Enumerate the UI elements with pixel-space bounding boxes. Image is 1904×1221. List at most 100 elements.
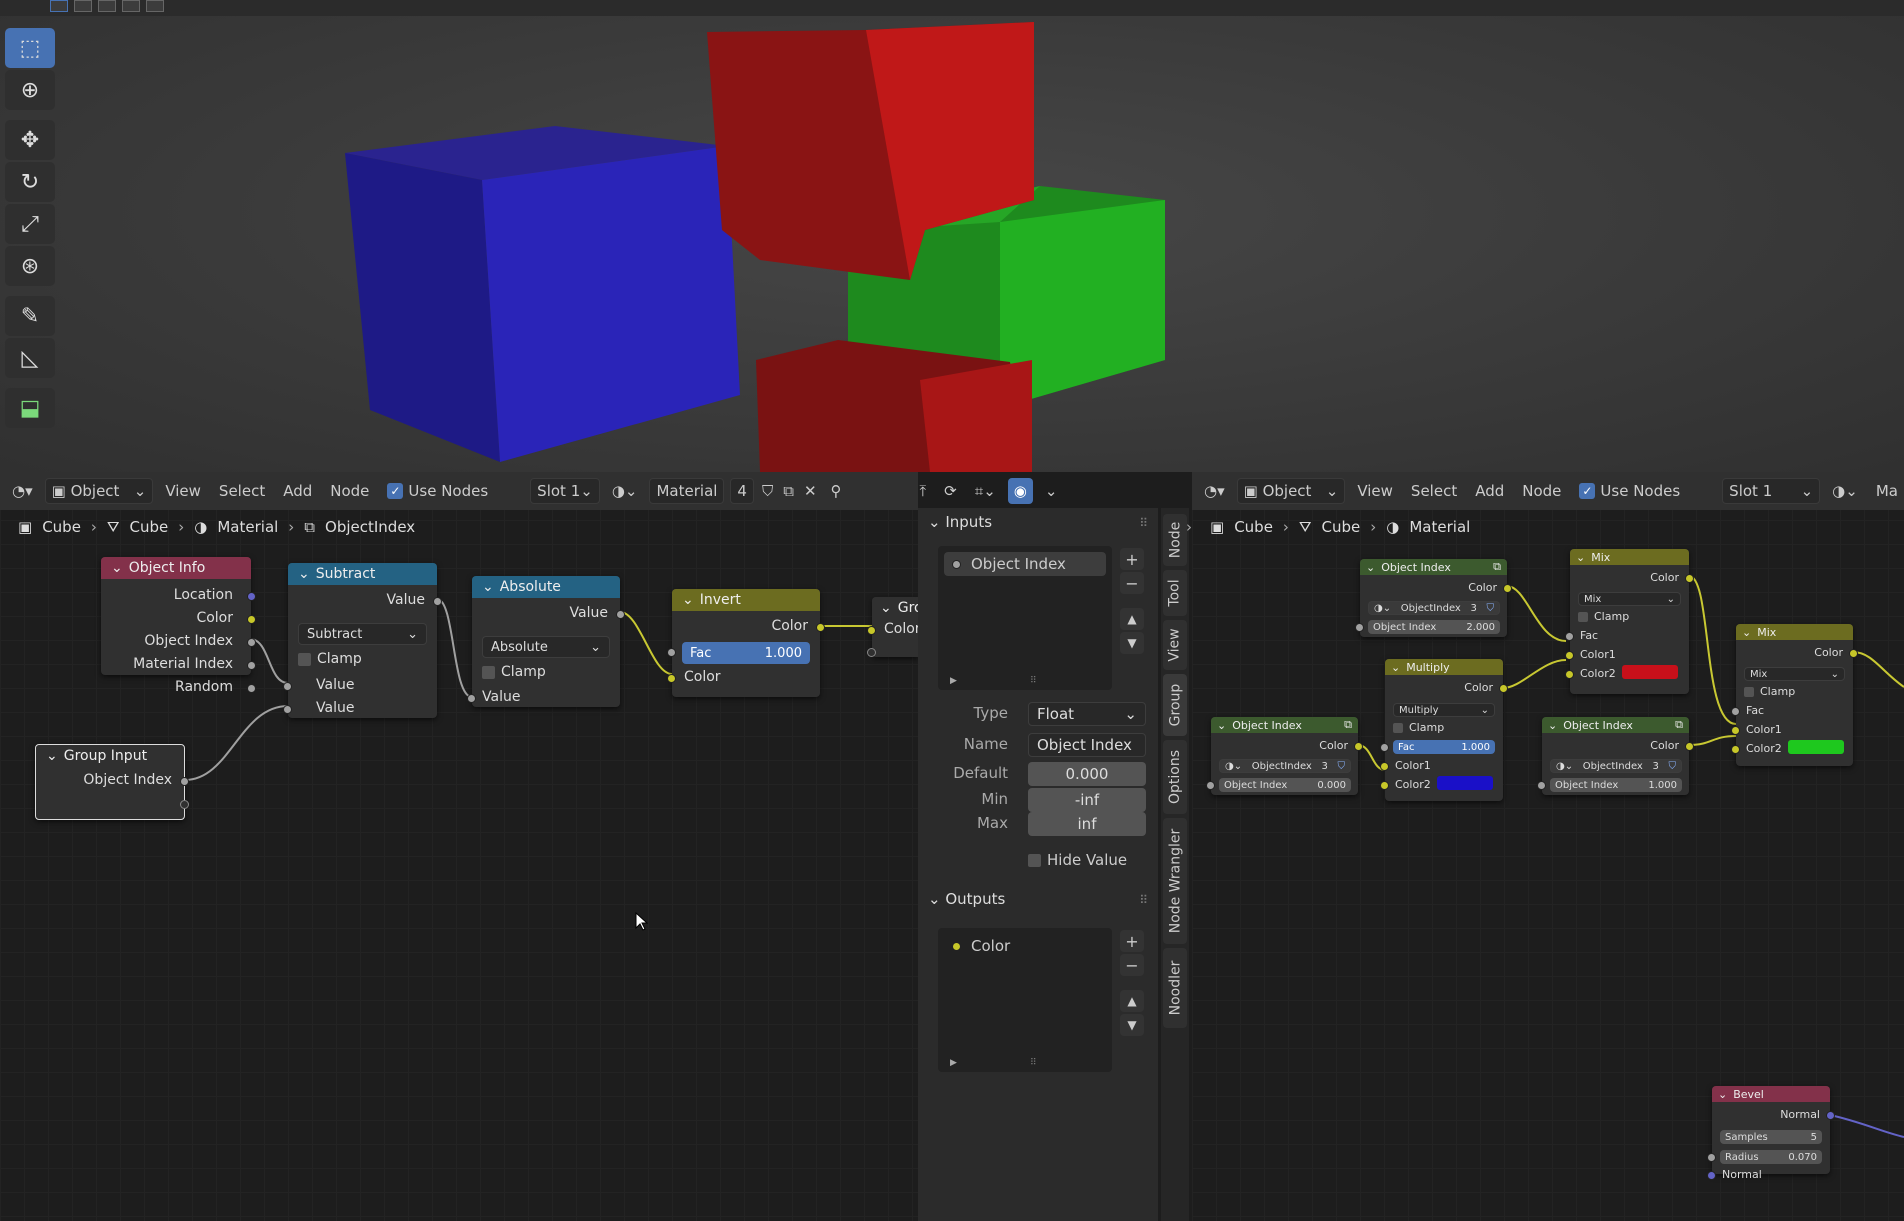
clamp-checkbox[interactable]: Clamp: [298, 651, 362, 667]
collapse-icon[interactable]: ⌄: [1391, 661, 1400, 674]
node-invert[interactable]: ⌄ Invert Color Fac 1.000 Color: [667, 589, 825, 697]
tab-noodler[interactable]: Noodler: [1163, 948, 1187, 1028]
node-group-output[interactable]: ⌄ Gro Color: [867, 597, 923, 657]
socket[interactable]: [1707, 1171, 1716, 1180]
measure-icon[interactable]: ◺: [5, 338, 55, 378]
socket[interactable]: [816, 623, 825, 632]
socket[interactable]: [247, 638, 256, 647]
overlay-icon[interactable]: ◉: [1007, 478, 1033, 504]
socket-empty[interactable]: [180, 800, 189, 809]
3d-viewport[interactable]: ⬚ ⊕ ✥ ↻ ⤢ ⊛ ✎ ◺ ⬓: [0, 0, 1904, 472]
tab-view[interactable]: View: [1163, 620, 1187, 670]
node-header[interactable]: ⌄ Group Input: [36, 745, 184, 767]
max-field[interactable]: inf: [1028, 812, 1146, 836]
unlink-icon[interactable]: ✕: [802, 478, 819, 504]
pin-icon[interactable]: ⚲: [825, 478, 848, 504]
snap-icon[interactable]: ⟳: [938, 478, 963, 504]
node-mix-2[interactable]: ⌄ Mix Color Mix ⌄ Clamp Fac Color1 Color2: [1731, 624, 1858, 766]
node-header[interactable]: ⌄ Bevel: [1712, 1086, 1830, 1102]
collapse-icon[interactable]: ⌄: [1718, 1088, 1727, 1101]
collapse-icon[interactable]: ⌄: [1548, 719, 1557, 732]
menu-add[interactable]: Add: [1469, 478, 1510, 504]
socket[interactable]: [283, 682, 292, 691]
resize-grip-icon[interactable]: ⠿: [1030, 676, 1037, 686]
color2-swatch[interactable]: [1437, 776, 1493, 790]
node-header[interactable]: ⌄ Absolute: [472, 576, 620, 598]
resize-grip-icon[interactable]: ⠿: [1030, 1058, 1037, 1068]
input-list-item[interactable]: Object Index: [944, 552, 1106, 576]
socket[interactable]: [667, 648, 676, 657]
collapse-icon[interactable]: ⌄: [111, 560, 123, 576]
expand-icon[interactable]: ▶: [950, 1058, 957, 1068]
node-object-index-3[interactable]: ⌄ Object Index ⧉ Color ◑⌄ ObjectIndex 3 ⛉ Obj…: [1537, 717, 1694, 795]
node-header[interactable]: ⌄ Object Index ⧉: [1360, 559, 1507, 575]
inputs-panel-header[interactable]: ⌄ Inputs: [928, 513, 992, 531]
socket[interactable]: [1354, 742, 1363, 751]
samples-field[interactable]: Samples 5: [1720, 1130, 1822, 1144]
move-up-button[interactable]: ▲: [1120, 990, 1144, 1012]
collapse-icon[interactable]: ⌄: [46, 748, 58, 764]
hide-value-checkbox[interactable]: Hide Value: [1028, 851, 1127, 869]
remove-input-button[interactable]: −: [1120, 572, 1144, 594]
drag-handle-icon[interactable]: ⠿: [1139, 893, 1148, 907]
socket[interactable]: [247, 615, 256, 624]
add-output-button[interactable]: +: [1120, 930, 1144, 952]
socket[interactable]: [867, 626, 876, 635]
menu-node[interactable]: Node: [324, 478, 375, 504]
menu-select[interactable]: Select: [1405, 478, 1463, 504]
material-name-field[interactable]: Ma: [1870, 478, 1904, 504]
node-header[interactable]: ⌄ Object Info: [101, 557, 251, 579]
socket[interactable]: [180, 777, 189, 786]
inputs-list[interactable]: Object Index ▶ ⠿: [938, 546, 1112, 690]
node-header[interactable]: ⌄ Invert: [672, 589, 820, 611]
snap-grid-icon[interactable]: ⌗⌄: [969, 478, 1002, 504]
socket[interactable]: [1707, 1153, 1716, 1162]
mode-dropdown[interactable]: ▣ Object ⌄: [1236, 478, 1346, 504]
tab-group[interactable]: Group: [1163, 674, 1187, 736]
editor-type-icon[interactable]: ◔▾: [1198, 478, 1231, 504]
mode-dropdown[interactable]: ▣ Object ⌄: [44, 478, 154, 504]
group-selector[interactable]: ◑⌄ ObjectIndex 3 ⛉: [1219, 759, 1351, 773]
duplicate-icon[interactable]: ⧉: [781, 478, 796, 504]
tab-options[interactable]: Options: [1163, 740, 1187, 814]
node-multiply[interactable]: ⌄ Multiply Color Multiply ⌄ Clamp Fac 1.000…: [1380, 659, 1508, 801]
node-mix-1[interactable]: ⌄ Mix Color Mix ⌄ Clamp Fac Color1 Color2: [1565, 549, 1694, 694]
node-absolute[interactable]: ⌄ Absolute Value Absolute ⌄ Clamp Value: [467, 576, 625, 707]
clamp-checkbox[interactable]: Clamp: [482, 664, 546, 680]
menu-select[interactable]: Select: [213, 478, 271, 504]
group-selector[interactable]: ◑⌄ ObjectIndex 3 ⛉: [1550, 759, 1682, 773]
select-box-icon[interactable]: ⬚: [5, 28, 55, 68]
blend-mode-dropdown[interactable]: Mix ⌄: [1744, 667, 1845, 681]
tab-node-wrangler[interactable]: Node Wrangler: [1163, 818, 1187, 944]
node-header[interactable]: ⌄ Multiply: [1385, 659, 1503, 675]
socket[interactable]: [1380, 762, 1389, 771]
material-name-field[interactable]: Material: [649, 478, 725, 504]
socket[interactable]: [1206, 781, 1215, 790]
socket[interactable]: [1731, 726, 1740, 735]
collapse-icon[interactable]: ⌄: [1576, 551, 1585, 564]
menu-add[interactable]: Add: [277, 478, 318, 504]
use-nodes-checkbox[interactable]: ✓ Use Nodes: [1573, 478, 1686, 504]
collapse-icon[interactable]: ⌄: [298, 566, 310, 582]
collapse-icon[interactable]: ⌄: [1742, 626, 1751, 639]
node-header[interactable]: ⌄ Mix: [1570, 549, 1689, 565]
slot-dropdown[interactable]: Slot 1 ⌄: [1722, 478, 1821, 504]
blend-mode-dropdown[interactable]: Mix ⌄: [1578, 592, 1681, 606]
tab-node[interactable]: Node: [1163, 514, 1187, 566]
move-down-button[interactable]: ▼: [1120, 632, 1144, 654]
menu-node[interactable]: Node: [1516, 478, 1567, 504]
shield-icon[interactable]: ⛉: [1486, 603, 1494, 614]
socket[interactable]: [247, 661, 256, 670]
collapse-icon[interactable]: ⌄: [682, 592, 694, 608]
socket[interactable]: [247, 684, 256, 693]
socket[interactable]: [1826, 1111, 1835, 1120]
outputs-panel-header[interactable]: ⌄ Outputs: [928, 890, 1005, 908]
socket[interactable]: [467, 694, 476, 703]
shield-icon[interactable]: ⛉: [1668, 761, 1676, 772]
add-input-button[interactable]: +: [1120, 548, 1144, 570]
node-header[interactable]: ⌄ Object Index ⧉: [1542, 717, 1689, 733]
clamp-checkbox[interactable]: Clamp: [1393, 721, 1444, 734]
object-index-field[interactable]: Object Index 1.000: [1550, 778, 1682, 792]
socket[interactable]: [1685, 742, 1694, 751]
socket[interactable]: [667, 674, 676, 683]
